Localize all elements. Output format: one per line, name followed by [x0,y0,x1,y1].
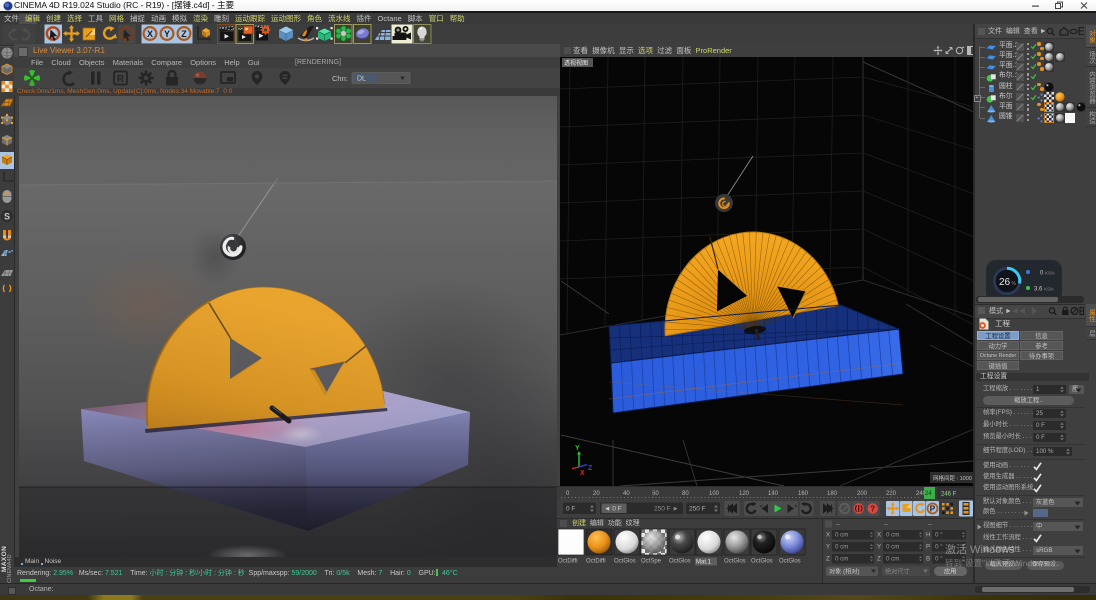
svg-text:%: % [1012,281,1017,287]
svg-text:160: 160 [798,491,809,497]
svg-text:X: X [826,532,830,539]
svg-text:S: S [4,212,10,222]
svg-text:P: P [926,544,930,551]
svg-text:Y: Y [164,29,170,39]
svg-text:B: B [926,556,930,563]
svg-text:40: 40 [623,491,630,497]
svg-text:Y: Y [877,544,881,551]
svg-text:200: 200 [857,491,868,497]
svg-text:OctDiffi: OctDiffi [558,559,578,565]
svg-text:250 F ►: 250 F ► [654,506,679,513]
svg-text:Z: Z [181,29,187,39]
svg-text:X: X [147,29,153,39]
svg-text:0: 0 [566,491,570,497]
svg-text:100: 100 [709,491,720,497]
svg-text:0 °: 0 ° [935,544,943,551]
svg-text:0 cm: 0 cm [835,544,848,551]
svg-text:X: X [580,470,585,477]
svg-text:OctSpe: OctSpe [641,559,662,565]
svg-text:0 KS/s: 0 KS/s [1040,271,1055,277]
svg-text:Y: Y [575,445,580,452]
svg-text:20: 20 [593,491,600,497]
svg-text:OctGlos: OctGlos [779,559,801,565]
svg-text:0 °: 0 ° [935,556,943,563]
svg-text:◄ 0 F: ◄ 0 F [604,506,622,513]
svg-text:Y: Y [826,544,830,551]
svg-text:0 cm: 0 cm [886,532,899,539]
svg-text:--: -- [836,521,840,528]
svg-text:绝对尺寸: 绝对尺寸 [885,568,910,576]
svg-text:0 cm: 0 cm [886,556,899,563]
svg-text:0 cm: 0 cm [835,556,848,563]
svg-text:Z: Z [826,556,830,563]
svg-text:24: 24 [925,491,932,497]
svg-text:250 F: 250 F [689,506,706,513]
svg-text:Mat.1: Mat.1 [696,560,712,566]
svg-text:P: P [930,505,936,514]
svg-text:26: 26 [999,277,1011,288]
svg-text:180: 180 [827,491,838,497]
svg-text:Z: Z [588,465,593,472]
svg-text:--: -- [928,521,932,528]
svg-text:应用: 应用 [944,568,956,576]
svg-text:120: 120 [739,491,750,497]
svg-text:OctGlos: OctGlos [614,559,636,565]
svg-text:Z: Z [877,556,881,563]
svg-text:透视视图: 透视视图 [564,59,588,67]
svg-text:OctGlos: OctGlos [751,559,773,565]
svg-text:OctGlos: OctGlos [724,559,746,565]
svg-text:网格间距 : 1000 cm: 网格间距 : 1000 cm [933,474,974,482]
svg-text:80: 80 [682,491,689,497]
svg-text:?: ? [870,505,875,514]
svg-text:0 F: 0 F [566,506,575,513]
svg-text:DL: DL [357,76,366,83]
svg-text:140: 140 [768,491,779,497]
svg-text:Chn:: Chn: [332,74,348,83]
svg-text:OctGlos: OctGlos [669,559,691,565]
svg-text:H: H [926,532,930,539]
svg-text:0 cm: 0 cm [835,532,848,539]
svg-text:--: -- [884,521,888,528]
svg-text:对象 (相对): 对象 (相对) [829,568,860,576]
svg-text:0 cm: 0 cm [886,544,899,551]
svg-text:R: R [117,74,125,85]
svg-text:3.6 KS/s: 3.6 KS/s [1034,287,1054,293]
svg-text:X: X [877,532,881,539]
svg-text:OctDiffi: OctDiffi [586,559,606,565]
svg-text:0 °: 0 ° [935,532,943,539]
svg-text:246 F: 246 F [941,492,957,498]
